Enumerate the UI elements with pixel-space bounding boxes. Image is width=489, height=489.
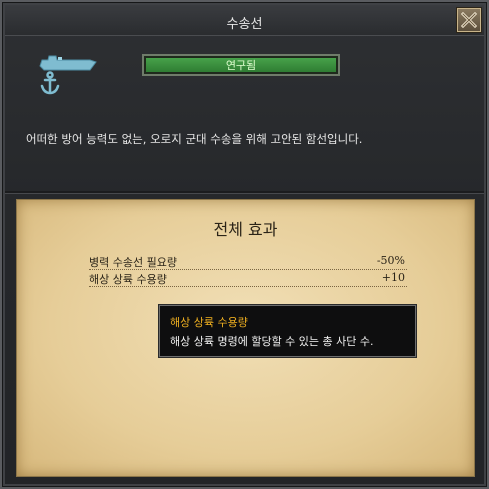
close-button[interactable]: [457, 8, 481, 32]
research-status-label: 연구됨: [146, 58, 336, 72]
research-status-bar: 연구됨: [142, 54, 340, 76]
effect-row[interactable]: 해상 상륙 수용량 +10: [89, 269, 407, 287]
effect-label: 해상 상륙 수용량: [89, 273, 167, 286]
title-bar: 수송선: [5, 5, 484, 36]
tech-description: 어떠한 방어 능력도 없는, 오로지 군대 수송을 위해 고안된 함선입니다.: [26, 132, 363, 146]
effect-row: 병력 수송선 필요량 -50%: [89, 252, 407, 270]
tooltip-text: 해상 상륙 명령에 할당할 수 있는 총 사단 수.: [170, 335, 374, 348]
divider: [5, 191, 484, 194]
effect-value: +10: [381, 271, 405, 284]
anchor-icon: [40, 71, 60, 95]
close-icon: [460, 11, 478, 29]
window-title: 수송선: [226, 17, 263, 32]
transport-ship-icon: [39, 55, 97, 95]
effect-label: 병력 수송선 필요량: [89, 256, 177, 269]
tooltip: 해상 상륙 수용량 해상 상륙 명령에 할당할 수 있는 총 사단 수.: [159, 305, 416, 357]
effects-title: 전체 효과: [213, 220, 278, 239]
effect-value: -50%: [376, 254, 405, 267]
tech-window: 수송선 연구됨 어떠한 방어 능력도 없는, 오로지 군대 수송을 위해 고안된…: [0, 0, 489, 489]
tooltip-title: 해상 상륙 수용량: [170, 316, 248, 329]
